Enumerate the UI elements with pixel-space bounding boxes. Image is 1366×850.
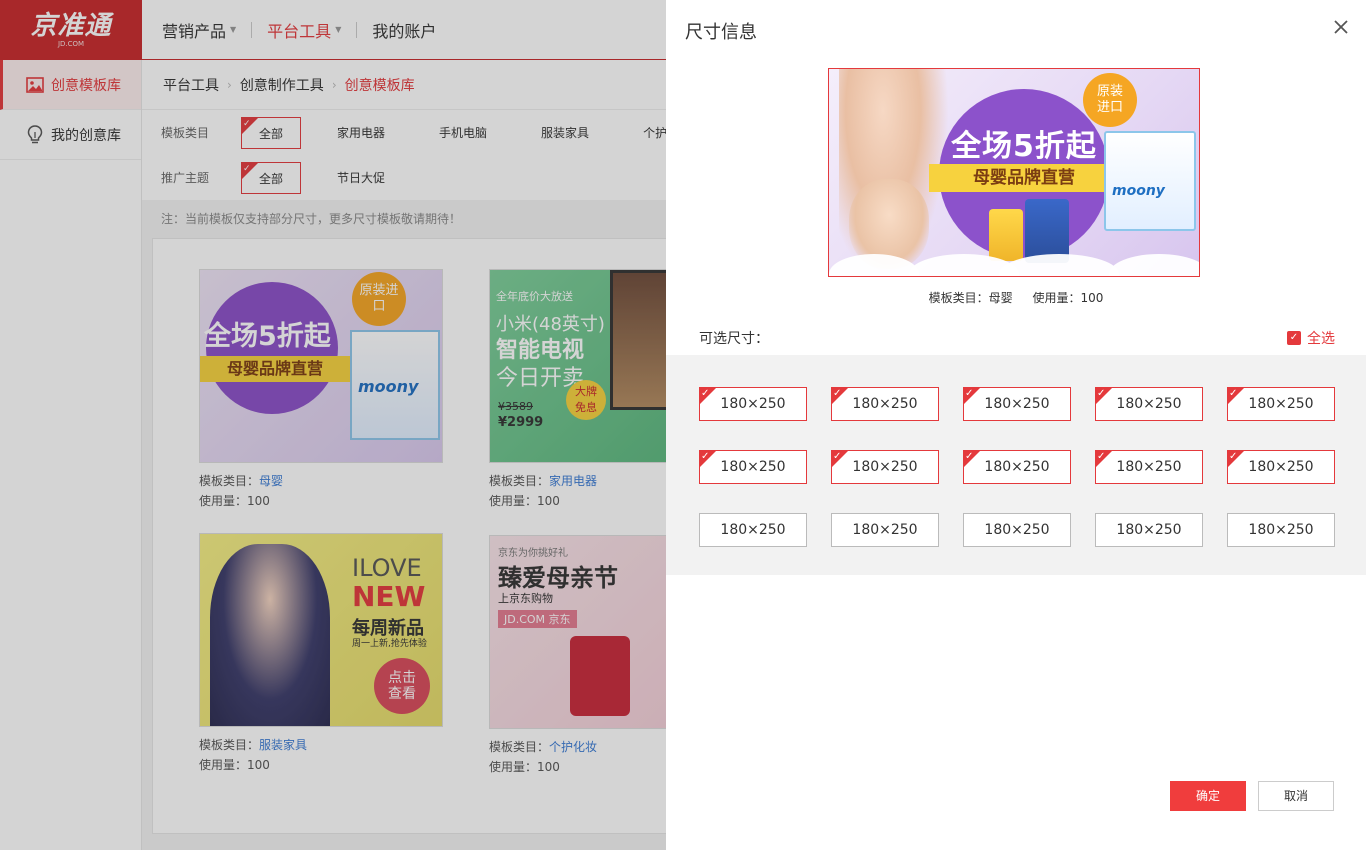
size-option-chip[interactable]: 180×250 bbox=[963, 378, 1071, 421]
size-option-chip[interactable]: 180×250 bbox=[831, 441, 939, 484]
cloud-decoration bbox=[1109, 254, 1199, 276]
preview-meta: 模板类目：母婴 使用量：100 bbox=[666, 289, 1366, 306]
select-all-checkbox[interactable]: ✓ 全选 bbox=[1287, 328, 1335, 348]
size-option-chip[interactable]: 180×250 bbox=[831, 378, 939, 421]
size-option-chip[interactable]: 180×250 bbox=[963, 513, 1071, 547]
preview-category: 模板类目：母婴 bbox=[928, 291, 1013, 305]
size-option-chip[interactable]: 180×250 bbox=[1227, 441, 1335, 484]
preview-usage: 使用量：100 bbox=[1032, 291, 1104, 305]
template-preview: 全场5折起 母婴品牌直营 原装进口 moony bbox=[828, 68, 1200, 277]
size-option-chip[interactable]: 180×250 bbox=[1227, 513, 1335, 547]
cancel-button[interactable]: 取消 bbox=[1258, 781, 1334, 811]
size-option-chip[interactable]: 180×250 bbox=[1095, 441, 1203, 484]
size-option-chip[interactable]: 180×250 bbox=[1095, 378, 1203, 421]
product-brand: moony bbox=[1112, 183, 1165, 199]
select-all-label: 全选 bbox=[1307, 331, 1335, 347]
preview-ribbon: 母婴品牌直营 bbox=[929, 164, 1119, 192]
close-icon[interactable] bbox=[1332, 18, 1350, 36]
size-option-chip[interactable]: 180×250 bbox=[1095, 513, 1203, 547]
preview-main-text: 全场5折起 bbox=[951, 129, 1097, 164]
panel-title: 尺寸信息 bbox=[685, 22, 757, 43]
size-option-chip[interactable]: 180×250 bbox=[831, 513, 939, 547]
size-option-chip[interactable]: 180×250 bbox=[699, 513, 807, 547]
product-can bbox=[989, 209, 1023, 261]
size-info-panel: 尺寸信息 全场5折起 母婴品牌直营 原装进口 moony 模板类目：母婴 使用量… bbox=[666, 0, 1366, 850]
size-option-chip[interactable]: 180×250 bbox=[699, 378, 807, 421]
size-option-chip[interactable]: 180×250 bbox=[1227, 378, 1335, 421]
size-option-chip[interactable]: 180×250 bbox=[963, 441, 1071, 484]
checkbox-checked-icon: ✓ bbox=[1287, 331, 1301, 345]
sizes-label: 可选尺寸： bbox=[699, 331, 769, 347]
confirm-button[interactable]: 确定 bbox=[1170, 781, 1246, 811]
product-box: moony bbox=[1104, 131, 1196, 231]
size-option-chip[interactable]: 180×250 bbox=[699, 441, 807, 484]
preview-badge: 原装进口 bbox=[1083, 73, 1137, 127]
size-options: 180×250 180×250 180×250 180×250 180×250 180×2… bbox=[666, 355, 1366, 575]
